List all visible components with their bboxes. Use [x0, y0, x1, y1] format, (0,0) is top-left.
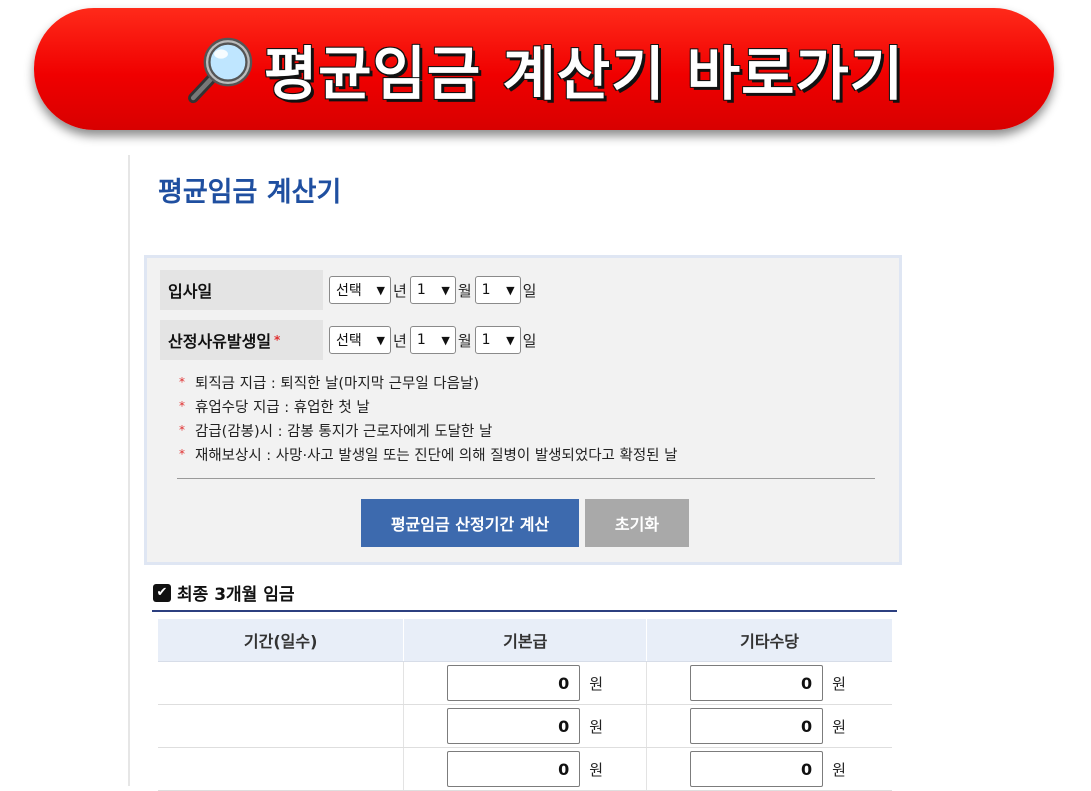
reset-button[interactable]: 초기화 — [585, 499, 689, 547]
year-unit: 년 — [393, 281, 407, 300]
table-row: 0원 0원 — [158, 704, 892, 748]
event-month-select[interactable]: 1 ▼ — [409, 326, 456, 354]
note-item: * 휴업수당 지급 : 휴업한 첫 날 — [179, 399, 370, 416]
month-unit: 월 — [457, 331, 472, 350]
chevron-down-icon: ▼ — [506, 333, 515, 347]
calculator-form: 입사일 선택 ▼ 년 1 ▼ 월 1 ▼ 일 산정사유발생일 * 선택 ▼ 년 1 ▼ 월 … — [144, 255, 902, 565]
banner-label: 평균임금 계산기 바로가기 — [263, 40, 905, 108]
table-header-row: 기간(일수) 기본급 기타수당 — [158, 619, 892, 662]
table-row: 0원 0원 — [158, 747, 892, 791]
day-unit: 일 — [522, 331, 537, 350]
chevron-down-icon: ▼ — [376, 333, 385, 347]
chevron-down-icon: ▼ — [506, 283, 515, 297]
period-cell — [158, 747, 405, 791]
period-cell — [158, 704, 405, 748]
chevron-down-icon: ▼ — [376, 283, 385, 297]
note-item: * 재해보상시 : 사망·사고 발생일 또는 진단에 의해 질병이 발생되었다고 … — [179, 447, 678, 464]
hire-year-select[interactable]: 선택 ▼ — [329, 276, 391, 304]
currency-unit: 원 — [832, 760, 846, 779]
hire-day-select[interactable]: 1 ▼ — [474, 276, 521, 304]
date-notes: * 퇴직금 지급 : 퇴직한 날(마지막 근무일 다음날) * 휴업수당 지급 : … — [179, 370, 677, 466]
currency-unit: 원 — [832, 674, 846, 693]
hire-date-row: 입사일 선택 ▼ 년 1 ▼ 월 1 ▼ 일 — [160, 270, 539, 310]
chevron-down-icon: ▼ — [441, 283, 450, 297]
other-allowance-input[interactable]: 0 — [690, 751, 824, 787]
base-pay-input[interactable]: 0 — [447, 708, 581, 744]
magnifier-icon — [187, 37, 253, 104]
check-icon: ✔ — [156, 585, 168, 600]
table-row: 0원 0원 — [158, 661, 892, 705]
divider — [177, 478, 875, 479]
base-pay-input[interactable]: 0 — [447, 751, 581, 787]
event-day-select[interactable]: 1 ▼ — [474, 326, 521, 354]
period-cell — [158, 661, 405, 705]
event-year-select[interactable]: 선택 ▼ — [329, 326, 391, 354]
event-date-label: 산정사유발생일 * — [160, 320, 323, 360]
event-date-row: 산정사유발생일 * 선택 ▼ 년 1 ▼ 월 1 ▼ 일 — [160, 320, 539, 360]
note-item: * 퇴직금 지급 : 퇴직한 날(마지막 근무일 다음날) — [179, 375, 479, 392]
hire-date-label: 입사일 — [160, 270, 323, 310]
section-checkbox[interactable]: ✔ — [153, 583, 171, 602]
section-rule — [152, 610, 897, 612]
currency-unit: 원 — [589, 674, 604, 693]
section-title: 최종 3개월 임금 — [177, 585, 295, 605]
banner-link[interactable]: 평균임금 계산기 바로가기 — [34, 8, 1054, 130]
base-pay-input[interactable]: 0 — [447, 665, 581, 701]
page-title: 평균임금 계산기 — [158, 177, 342, 208]
other-allowance-input[interactable]: 0 — [690, 665, 824, 701]
banner-content: 평균임금 계산기 바로가기 — [184, 27, 904, 111]
column-header-period: 기간(일수) — [158, 619, 405, 662]
chevron-down-icon: ▼ — [441, 333, 450, 347]
year-unit: 년 — [393, 331, 407, 350]
required-mark: * — [274, 333, 281, 347]
section-header: ✔ 최종 3개월 임금 — [153, 580, 295, 605]
hire-month-select[interactable]: 1 ▼ — [409, 276, 456, 304]
column-header-other-allowance: 기타수당 — [646, 619, 892, 662]
wage-table: 기간(일수) 기본급 기타수당 0원 0원 0원 0원 0원 0원 — [158, 619, 892, 791]
day-unit: 일 — [522, 281, 537, 300]
column-header-base-pay: 기본급 — [403, 619, 648, 662]
calculate-period-button[interactable]: 평균임금 산정기간 계산 — [361, 499, 579, 547]
currency-unit: 원 — [589, 717, 604, 736]
content-left-border — [128, 155, 130, 786]
note-item: * 감급(감봉)시 : 감봉 통지가 근로자에게 도달한 날 — [179, 423, 493, 440]
month-unit: 월 — [457, 281, 472, 300]
currency-unit: 원 — [832, 717, 846, 736]
other-allowance-input[interactable]: 0 — [690, 708, 824, 744]
currency-unit: 원 — [589, 760, 604, 779]
